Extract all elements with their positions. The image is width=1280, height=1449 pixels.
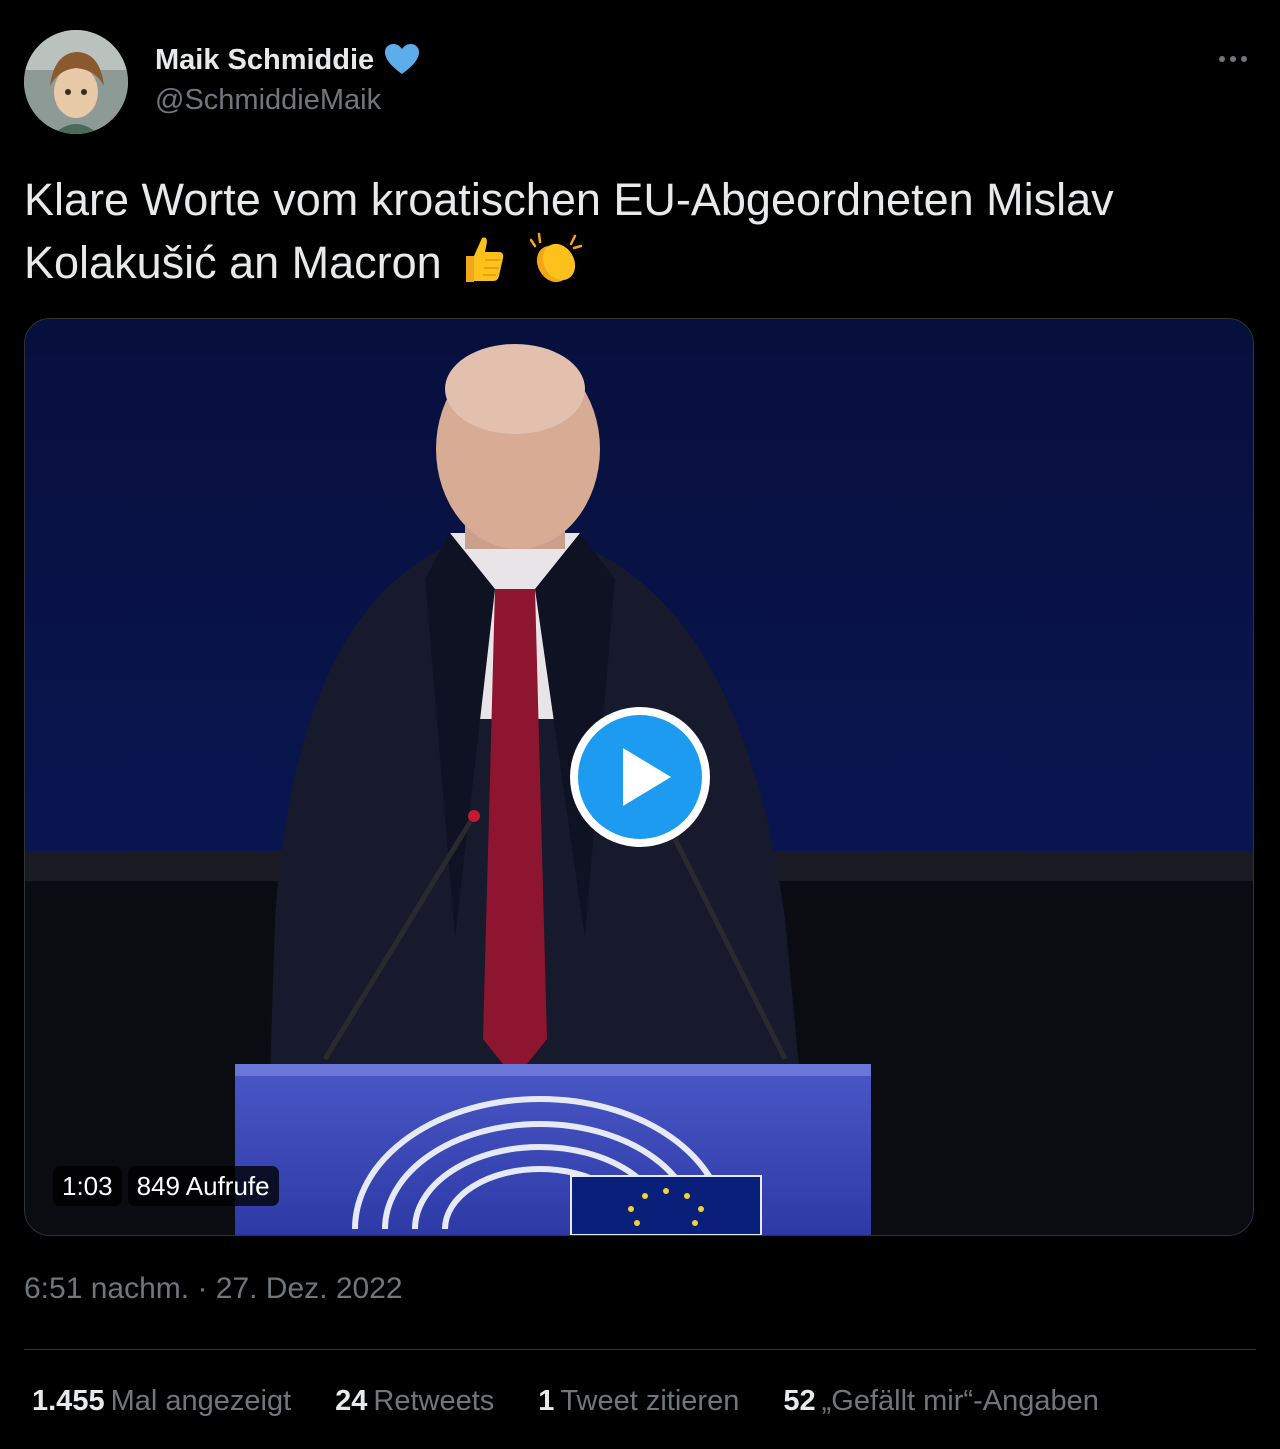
- stat-retweets[interactable]: 24 Retweets: [335, 1385, 494, 1418]
- stat-views: 1.455 Mal angezeigt: [32, 1385, 291, 1418]
- stat-quotes-count: 1: [538, 1385, 555, 1417]
- play-icon: [570, 707, 710, 847]
- display-name[interactable]: Maik Schmiddie: [155, 44, 374, 77]
- avatar[interactable]: [24, 30, 128, 134]
- avatar-image: [24, 30, 128, 134]
- user-handle[interactable]: @SchmiddieMaik: [155, 84, 422, 117]
- stat-views-count: 1.455: [32, 1385, 105, 1417]
- video-view-count: 849 Aufrufe: [127, 1166, 279, 1206]
- tweet-author: Maik Schmiddie @SchmiddieMaik: [155, 38, 422, 117]
- stat-views-label: Mal angezeigt: [110, 1385, 292, 1417]
- video-player[interactable]: 1:03 849 Aufrufe: [24, 318, 1254, 1236]
- stat-retweets-count: 24: [335, 1385, 368, 1417]
- video-duration: 1:03: [53, 1166, 122, 1206]
- stat-likes-count: 52: [783, 1385, 816, 1417]
- stat-likes-label: „Gefällt mir“-Angaben: [821, 1385, 1099, 1417]
- stat-likes[interactable]: 52 „Gefällt mir“-Angaben: [783, 1385, 1098, 1418]
- blue-heart-icon: [382, 40, 422, 80]
- clapping-hands-icon: [523, 230, 585, 301]
- divider: [24, 1349, 1256, 1350]
- more-options-icon[interactable]: [1216, 44, 1250, 74]
- tweet-timestamp[interactable]: 6:51 nachm. · 27. Dez. 2022: [24, 1272, 403, 1306]
- stat-quotes-label: Tweet zitieren: [560, 1385, 740, 1417]
- stat-quote-tweets[interactable]: 1 Tweet zitieren: [538, 1385, 739, 1418]
- play-button[interactable]: [567, 704, 713, 850]
- tweet-text: Klare Worte vom kroatischen EU-Abgeordne…: [24, 170, 1254, 301]
- stat-retweets-label: Retweets: [373, 1385, 495, 1417]
- tweet-stats: 1.455 Mal angezeigt 24 Retweets 1 Tweet zit…: [32, 1385, 1143, 1418]
- thumbs-up-icon: [454, 230, 510, 301]
